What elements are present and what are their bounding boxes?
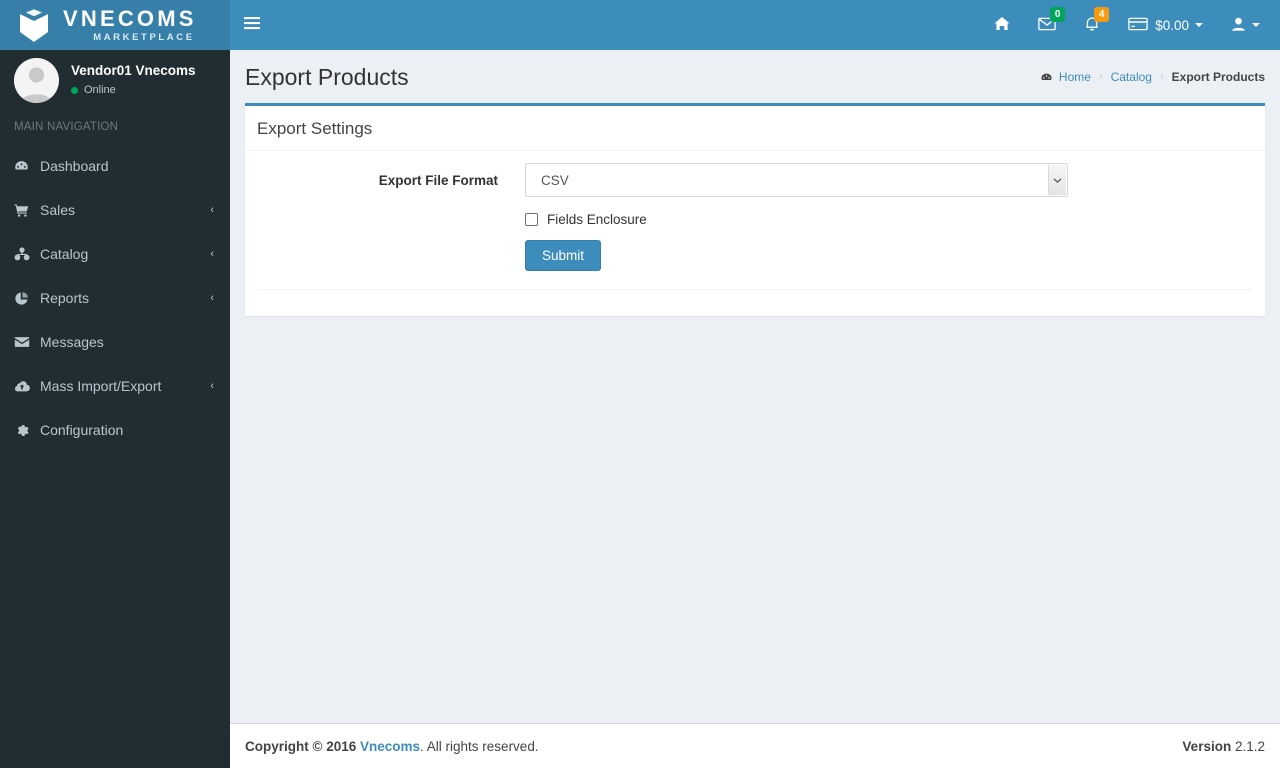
shopping-cart-icon <box>14 203 36 218</box>
export-settings-panel: Export Settings Export File Format CSV F… <box>245 103 1265 316</box>
sidebar-user-status: Online <box>71 84 196 98</box>
breadcrumb-catalog-link[interactable]: Catalog <box>1111 70 1152 84</box>
hamburger-icon <box>244 16 260 35</box>
checkbox-box-icon[interactable] <box>525 213 538 226</box>
footer-version: Version 2.1.2 <box>1182 739 1265 754</box>
top-navbar-menu: 0 4 $0.00 <box>980 0 1280 50</box>
chevron-left-icon: ‹ <box>210 380 214 392</box>
footer-rights-text: . All rights reserved. <box>420 738 539 754</box>
sidebar-item-label: Catalog <box>40 246 89 262</box>
sidebar-item-sales[interactable]: Sales ‹ <box>0 188 230 232</box>
gear-icon <box>14 423 36 438</box>
online-status-dot <box>71 86 78 94</box>
breadcrumb-current: Export Products <box>1171 70 1265 84</box>
footer-version-number: 2.1.2 <box>1234 738 1265 754</box>
sidebar-user-panel[interactable]: Vendor01 Vnecoms Online <box>0 50 230 110</box>
brand-title: VNECOMS <box>63 5 197 31</box>
submit-row: Submit <box>257 240 1253 289</box>
sidebar-nav-header: MAIN NAVIGATION <box>14 121 119 133</box>
fields-enclosure-row: Fields Enclosure <box>257 212 1253 227</box>
content-header: Export Products Home › Catalog › Export … <box>230 50 1280 103</box>
dashboard-icon <box>1040 71 1053 84</box>
brand-logo[interactable]: VNECOMS MARKETPLACE <box>0 0 230 50</box>
sidebar-item-configuration[interactable]: Configuration <box>0 408 230 452</box>
chevron-left-icon: ‹ <box>210 204 214 216</box>
vnecoms-shield-icon <box>14 5 54 45</box>
fields-enclosure-checkbox[interactable]: Fields Enclosure <box>525 212 647 227</box>
chevron-down-icon[interactable] <box>1048 165 1066 195</box>
sidebar: VNECOMS MARKETPLACE Vendor01 Vnecoms Onl… <box>0 0 230 768</box>
sidebar-item-mass-import-export[interactable]: Mass Import/Export ‹ <box>0 364 230 408</box>
sidebar-item-label: Reports <box>40 290 90 306</box>
credit-card-icon <box>1128 17 1148 34</box>
topnav-notifications-button[interactable]: 4 <box>1070 0 1114 50</box>
footer-copyright: Copyright © 2016 Vnecoms. All rights res… <box>245 739 539 754</box>
panel-header: Export Settings <box>245 106 1265 151</box>
sitemap-icon <box>14 246 36 262</box>
footer-copyright-text: Copyright © 2016 <box>245 738 357 754</box>
messages-badge: 0 <box>1050 7 1066 22</box>
breadcrumb-home-link[interactable]: Home <box>1040 70 1091 84</box>
export-file-format-value: CSV <box>541 172 569 188</box>
sidebar-item-messages[interactable]: Messages <box>0 320 230 364</box>
chevron-down-icon <box>1252 23 1260 27</box>
fields-enclosure-label: Fields Enclosure <box>547 212 647 227</box>
app-root: VNECOMS MARKETPLACE Vendor01 Vnecoms Onl… <box>0 0 1280 768</box>
chevron-left-icon: ‹ <box>210 248 214 260</box>
topnav-wallet-button[interactable]: $0.00 <box>1114 0 1217 50</box>
sidebar-item-reports[interactable]: Reports ‹ <box>0 276 230 320</box>
user-icon <box>1231 17 1246 34</box>
sidebar-item-label: Dashboard <box>40 158 109 174</box>
sidebar-user-status-label: Online <box>84 83 116 96</box>
sidebar-item-label: Messages <box>40 334 104 350</box>
export-file-format-select[interactable]: CSV <box>525 163 1068 197</box>
sidebar-item-catalog[interactable]: Catalog ‹ <box>0 232 230 276</box>
sidebar-item-label: Mass Import/Export <box>40 378 162 394</box>
breadcrumb-home-label: Home <box>1058 70 1091 84</box>
chevron-down-icon <box>1195 23 1203 27</box>
sidebar-user-info: Vendor01 Vnecoms Online <box>71 63 196 98</box>
breadcrumb-separator: › <box>1098 71 1103 83</box>
sidebar-nav-list: Dashboard Sales ‹ Catalog ‹ Reports ‹ Me… <box>0 144 230 452</box>
sidebar-item-dashboard[interactable]: Dashboard <box>0 144 230 188</box>
content-area: Export Products Home › Catalog › Export … <box>230 50 1280 768</box>
export-file-format-label: Export File Format <box>378 172 498 188</box>
pie-chart-icon <box>14 291 36 306</box>
topnav-account-button[interactable] <box>1217 0 1274 50</box>
brand-logo-text: VNECOMS MARKETPLACE <box>63 5 197 43</box>
topnav-home-button[interactable] <box>980 0 1024 50</box>
notifications-badge: 4 <box>1094 7 1110 22</box>
cloud-upload-icon <box>14 379 36 393</box>
sidebar-item-label: Configuration <box>40 422 124 438</box>
top-navbar: 0 4 $0.00 <box>230 0 1280 50</box>
panel-title: Export Settings <box>257 119 373 138</box>
footer-company-link[interactable]: Vnecoms <box>360 739 420 754</box>
wallet-amount: $0.00 <box>1155 17 1189 33</box>
page-footer: Copyright © 2016 Vnecoms. All rights res… <box>230 723 1280 768</box>
envelope-icon <box>14 335 36 349</box>
sidebar-item-label: Sales <box>40 202 76 218</box>
sidebar-user-name: Vendor01 Vnecoms <box>71 62 196 78</box>
breadcrumb: Home › Catalog › Export Products <box>1040 70 1265 84</box>
export-file-format-group: Export File Format CSV <box>257 163 1253 197</box>
export-file-format-field: CSV <box>525 163 1253 197</box>
sidebar-toggle-button[interactable] <box>230 0 274 50</box>
footer-version-label: Version <box>1182 738 1232 754</box>
breadcrumb-separator: › <box>1159 71 1164 83</box>
topnav-messages-button[interactable]: 0 <box>1024 0 1070 50</box>
panel-body: Export File Format CSV Fields Enclosure … <box>245 151 1265 289</box>
dashboard-icon <box>14 159 36 174</box>
chevron-left-icon: ‹ <box>210 292 214 304</box>
brand-subtitle: MARKETPLACE <box>93 31 195 43</box>
home-icon <box>994 16 1010 34</box>
panel-footer <box>245 290 1265 316</box>
submit-button[interactable]: Submit <box>525 240 602 271</box>
avatar <box>14 57 59 103</box>
